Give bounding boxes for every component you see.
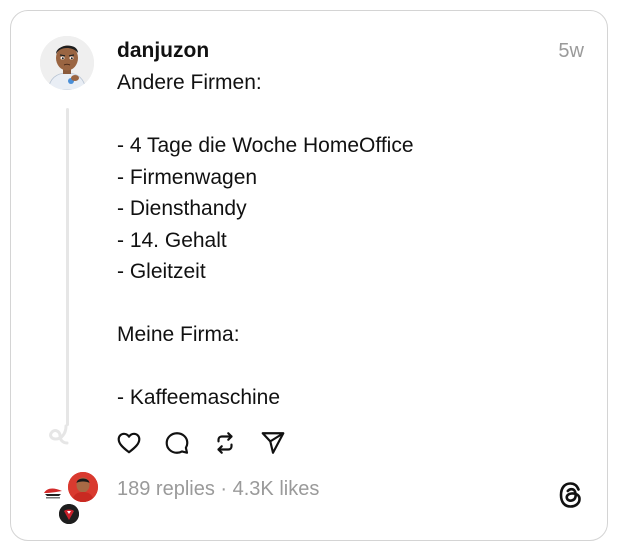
post-line: Andere Firmen: [117,71,262,94]
replier-avatar-image [44,488,62,499]
repost-icon[interactable] [212,430,238,456]
replier-avatar-image [68,472,98,502]
post-line: - Kaffeemaschine [117,386,281,409]
post-line [117,351,577,383]
post-line: - Gleitzeit [117,260,206,283]
threads-logo-icon[interactable] [557,480,585,510]
author-avatar[interactable] [40,36,94,90]
comment-icon[interactable] [164,430,190,456]
author-username[interactable]: danjuzon [117,38,209,64]
post-line: - 14. Gehalt [117,228,227,252]
post-line: - Diensthandy [117,197,247,220]
thread-curl [49,424,69,445]
share-icon[interactable] [260,430,286,456]
replier-avatar-image [59,504,79,524]
post-timestamp: 5w [558,40,584,62]
heart-icon[interactable] [116,430,142,456]
author-avatar-image [40,36,94,90]
replier-avatar [42,484,64,500]
post-line [117,288,577,320]
post-line: Meine Firma: [117,323,240,346]
post-line: - 4 Tage die Woche HomeOffice [117,134,414,157]
replier-avatar [68,472,98,502]
post-line: - Firmenwagen [117,165,258,189]
thread-line [66,108,69,426]
replier-avatar [59,504,79,524]
post-line [117,99,577,131]
post-body: Andere Firmen: - 4 Tage die Woche HomeOf… [117,67,577,414]
post-stats[interactable]: 189 replies · 4.3K likes [117,477,319,501]
